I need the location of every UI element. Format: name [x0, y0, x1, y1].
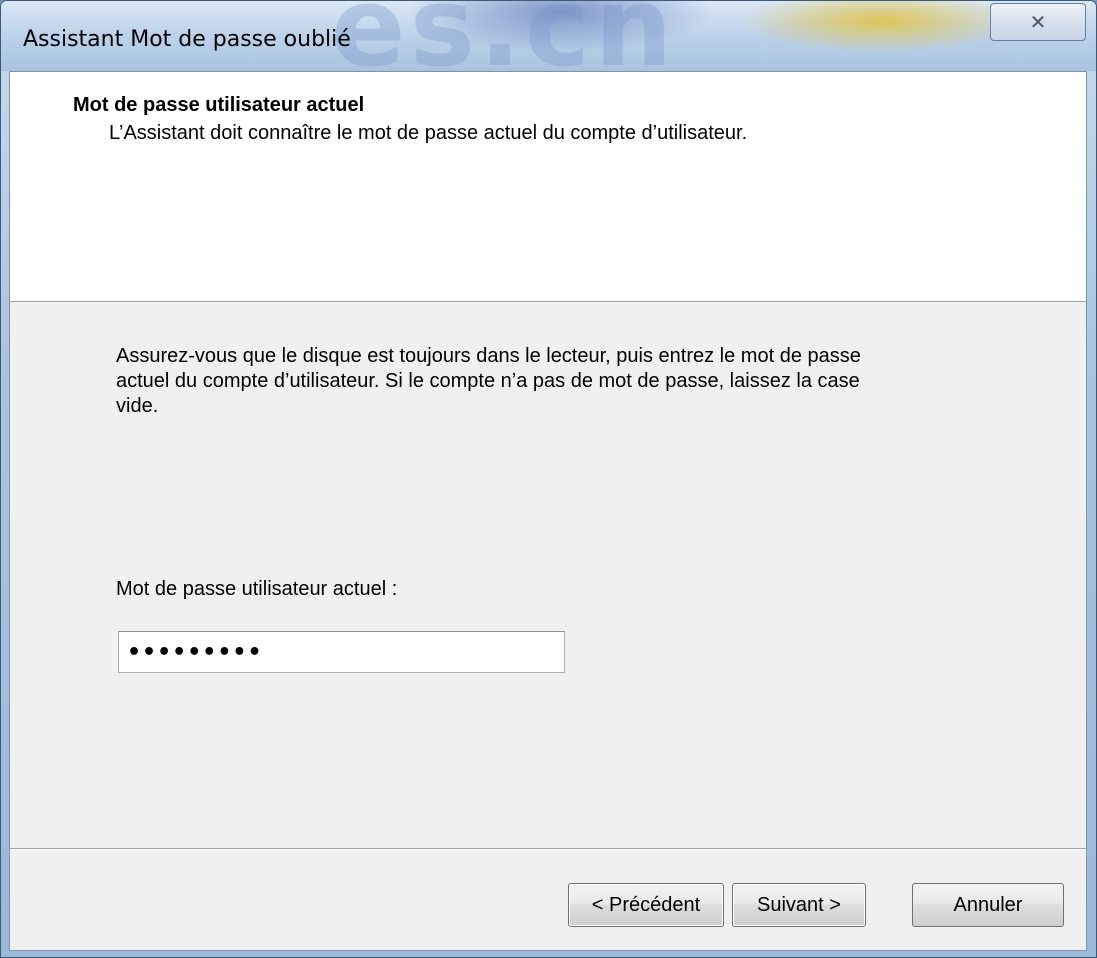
- page-subtitle: L’Assistant doit connaître le mot de pas…: [109, 122, 748, 144]
- close-icon: ✕: [1029, 10, 1047, 34]
- wizard-window: es.cn Assistant Mot de passe oublié ✕ Mo…: [0, 0, 1097, 958]
- close-button[interactable]: ✕: [990, 3, 1086, 41]
- page-title: Mot de passe utilisateur actuel: [73, 94, 365, 116]
- next-button[interactable]: Suivant >: [732, 883, 866, 927]
- footer-divider: [10, 848, 1086, 850]
- title-bar[interactable]: es.cn Assistant Mot de passe oublié ✕: [1, 1, 1096, 91]
- wizard-header: Mot de passe utilisateur actuel L’Assist…: [10, 72, 1086, 302]
- previous-button[interactable]: < Précédent: [568, 883, 724, 927]
- instructions-text: Assurez-vous que le disque est toujours …: [116, 345, 861, 417]
- password-label: Mot de passe utilisateur actuel :: [116, 578, 398, 600]
- wizard-client-area: Mot de passe utilisateur actuel L’Assist…: [9, 71, 1087, 951]
- window-title: Assistant Mot de passe oublié: [23, 27, 351, 52]
- password-field[interactable]: [118, 631, 565, 673]
- cancel-button[interactable]: Annuler: [912, 883, 1064, 927]
